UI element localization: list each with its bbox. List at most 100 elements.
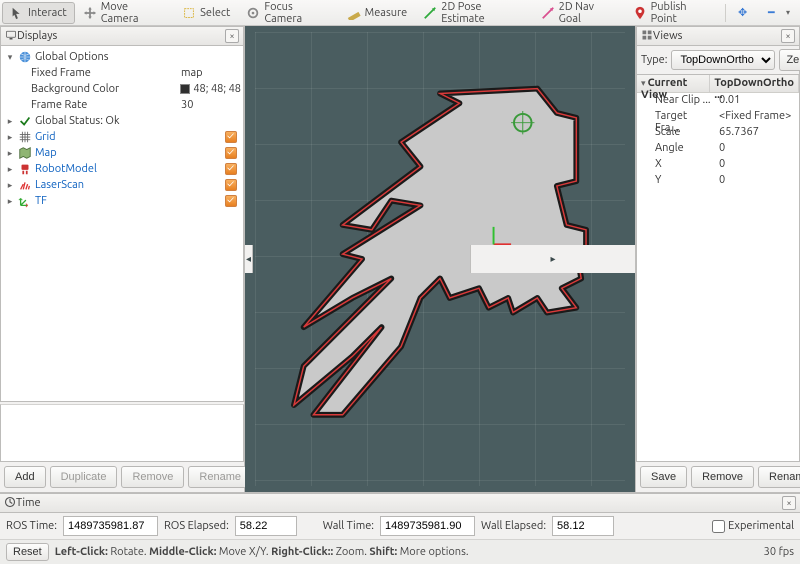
wall-elapsed-input[interactable] [552, 516, 614, 536]
ros-time-input[interactable] [63, 516, 158, 536]
ros-time-label: ROS Time: [6, 520, 57, 532]
select-button[interactable]: Select [174, 2, 238, 24]
focus-camera-label: Focus Camera [264, 1, 330, 25]
displays-panel-header[interactable]: Displays × [0, 26, 244, 46]
displays-button-row: Add Duplicate Remove Rename [0, 462, 244, 492]
views-icon [641, 29, 653, 44]
wall-elapsed-label: Wall Elapsed: [481, 520, 546, 532]
fps-readout: 30 fps [764, 546, 794, 558]
display-item-tf[interactable]: TF [35, 195, 222, 207]
twisty-icon[interactable]: ▸ [5, 148, 15, 159]
fixed-frame-label[interactable]: Fixed Frame [31, 67, 178, 79]
select-label: Select [200, 7, 230, 19]
angle-value[interactable]: 0 [715, 141, 799, 157]
bgcolor-value[interactable]: 48; 48; 48 [180, 83, 241, 95]
view-save-button[interactable]: Save [640, 466, 687, 488]
collapse-left-icon[interactable]: ◂ [245, 245, 253, 273]
displays-help-area [0, 404, 244, 462]
twisty-icon[interactable]: ▾ [641, 78, 648, 88]
scale-value[interactable]: 65.7367 [715, 125, 799, 141]
pose-estimate-icon [423, 6, 437, 20]
measure-label: Measure [365, 7, 408, 19]
measure-button[interactable]: Measure [339, 2, 416, 24]
duplicate-button[interactable]: Duplicate [50, 466, 118, 488]
interact-button[interactable]: Interact [2, 2, 75, 24]
scale-label[interactable]: Scale [637, 125, 715, 141]
fixed-frame-value[interactable]: map [181, 67, 241, 79]
publish-point-button[interactable]: Publish Point [625, 2, 721, 24]
twisty-icon[interactable]: ▸ [5, 116, 15, 127]
target-frame-label[interactable]: Target Fra... [637, 109, 715, 125]
time-panel: Time × ROS Time: ROS Elapsed: Wall Time:… [0, 492, 800, 539]
focus-camera-button[interactable]: Focus Camera [238, 2, 338, 24]
checkbox-icon[interactable] [225, 179, 237, 191]
target-frame-value[interactable]: <Fixed Frame> [715, 109, 799, 125]
bgcolor-label[interactable]: Background Color [31, 83, 177, 95]
twisty-icon[interactable]: ▸ [5, 164, 15, 175]
view-type-select[interactable]: TopDownOrtho [671, 50, 775, 70]
nav-goal-button[interactable]: 2D Nav Goal [533, 2, 625, 24]
remove-button[interactable]: Remove [121, 466, 184, 488]
views-close-icon[interactable]: × [781, 29, 795, 43]
angle-label[interactable]: Angle [637, 141, 715, 157]
twisty-icon[interactable]: ▾ [5, 52, 15, 63]
x-label[interactable]: X [637, 157, 715, 173]
twisty-icon[interactable]: ▸ [5, 180, 15, 191]
globe-icon [18, 50, 32, 64]
framerate-label[interactable]: Frame Rate [31, 99, 178, 111]
remove-tool-button[interactable]: ━ ▾ [760, 2, 798, 24]
laserscan-icon [18, 178, 32, 192]
displays-close-icon[interactable]: × [225, 29, 239, 43]
rename-button[interactable]: Rename [188, 466, 252, 488]
y-label[interactable]: Y [637, 173, 715, 189]
status-hint: Left-Click: Rotate. Middle-Click: Move X… [55, 546, 469, 558]
views-panel: Views × Type: TopDownOrtho Zero ▾ Curren… [635, 26, 800, 492]
clock-icon [4, 496, 16, 511]
move-camera-icon [83, 6, 97, 20]
zero-button[interactable]: Zero [779, 49, 800, 71]
add-tool-button[interactable]: ✥ [730, 2, 760, 24]
views-properties[interactable]: ▾ Current View TopDownOrtho ... Near Cli… [636, 75, 800, 462]
render-viewport[interactable]: ◂ [245, 26, 635, 492]
measure-icon [347, 6, 361, 20]
twisty-icon[interactable]: ▸ [5, 132, 15, 143]
checkbox-icon[interactable] [225, 131, 237, 143]
global-status-label[interactable]: Global Status: Ok [35, 115, 241, 127]
pose-estimate-button[interactable]: 2D Pose Estimate [415, 2, 532, 24]
y-value[interactable]: 0 [715, 173, 799, 189]
near-clip-label[interactable]: Near Clip ... [637, 93, 715, 109]
displays-panel: Displays × ▾ Global Options Fixed Frame … [0, 26, 245, 492]
view-rename-button[interactable]: Rename [758, 466, 800, 488]
experimental-checkbox[interactable] [712, 520, 725, 533]
time-panel-header[interactable]: Time × [0, 493, 800, 513]
view-remove-button[interactable]: Remove [691, 466, 754, 488]
display-item-laserscan[interactable]: LaserScan [35, 179, 222, 191]
wall-time-input[interactable] [380, 516, 475, 536]
near-clip-value[interactable]: 0.01 [715, 93, 799, 109]
views-panel-header[interactable]: Views × [636, 26, 800, 46]
display-item-grid[interactable]: Grid [35, 131, 222, 143]
checkbox-icon[interactable] [225, 195, 237, 207]
move-camera-button[interactable]: Move Camera [75, 2, 174, 24]
add-button[interactable]: Add [4, 466, 46, 488]
global-options-label[interactable]: Global Options [35, 51, 241, 63]
select-icon [182, 6, 196, 20]
ros-elapsed-input[interactable] [235, 516, 297, 536]
move-camera-label: Move Camera [101, 1, 166, 25]
x-value[interactable]: 0 [715, 157, 799, 173]
display-item-map[interactable]: Map [35, 147, 222, 159]
nav-goal-label: 2D Nav Goal [559, 1, 617, 25]
pose-estimate-label: 2D Pose Estimate [441, 1, 524, 25]
time-close-icon[interactable]: × [782, 496, 796, 510]
bgcolor-swatch [180, 84, 190, 94]
checkbox-icon[interactable] [225, 147, 237, 159]
framerate-value[interactable]: 30 [181, 99, 241, 111]
collapse-right-icon[interactable]: ▸ [470, 245, 635, 273]
display-item-robotmodel[interactable]: RobotModel [35, 163, 222, 175]
twisty-icon[interactable]: ▸ [5, 196, 15, 207]
checkbox-icon[interactable] [225, 163, 237, 175]
displays-tree[interactable]: ▾ Global Options Fixed Frame map Backgro… [0, 46, 244, 402]
publish-point-label: Publish Point [651, 1, 713, 25]
main-area: Displays × ▾ Global Options Fixed Frame … [0, 26, 800, 492]
reset-button[interactable]: Reset [6, 543, 49, 561]
